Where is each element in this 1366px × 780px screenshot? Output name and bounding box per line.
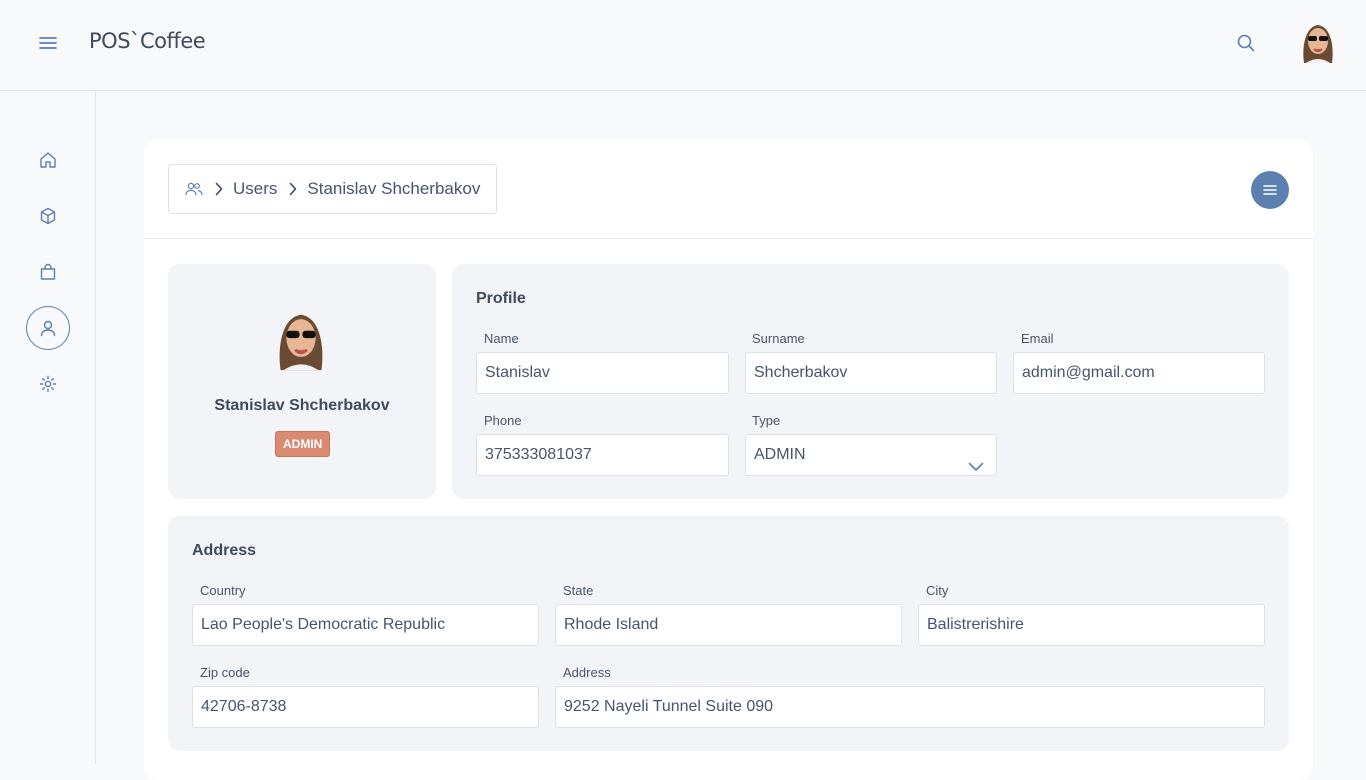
home-icon <box>40 152 56 168</box>
app-brand[interactable]: POS`Coffee <box>89 29 206 53</box>
top-bar: POS`Coffee <box>0 0 1366 91</box>
shopping-bag-icon <box>40 263 56 280</box>
city-label: City <box>926 583 949 598</box>
search-icon[interactable] <box>1233 30 1259 56</box>
card-header: Users Stanislav Shcherbakov <box>144 140 1313 239</box>
state-field[interactable]: Rhode Island <box>555 604 902 646</box>
type-select[interactable]: ADMIN <box>745 434 997 476</box>
address-field[interactable]: 9252 Nayeli Tunnel Suite 090 <box>555 686 1265 728</box>
zip-field[interactable]: 42706-8738 <box>192 686 539 728</box>
email-field[interactable]: admin@gmail.com <box>1013 352 1265 394</box>
state-label: State <box>563 583 594 598</box>
breadcrumb-users-link[interactable]: Users <box>233 179 277 199</box>
surname-label: Surname <box>752 331 805 346</box>
address-title: Address <box>192 542 257 559</box>
hamburger-icon <box>1263 185 1277 195</box>
actions-menu-button[interactable] <box>1251 171 1289 209</box>
country-field[interactable]: Lao People's Democratic Republic <box>192 604 539 646</box>
user-avatar[interactable] <box>1296 19 1340 67</box>
type-select-value: ADMIN <box>754 446 806 463</box>
name-field[interactable]: Stanislav <box>476 352 729 394</box>
zip-label: Zip code <box>200 665 250 680</box>
profile-name: Stanislav Shcherbakov <box>214 397 390 414</box>
box-icon <box>40 207 56 225</box>
sidebar-item-users[interactable] <box>26 306 70 350</box>
sidebar <box>0 91 96 764</box>
chevron-right-icon <box>289 182 297 196</box>
name-label: Name <box>484 331 519 346</box>
profile-summary <box>168 264 436 499</box>
hamburger-icon[interactable] <box>36 31 60 55</box>
breadcrumb: Users Stanislav Shcherbakov <box>168 164 497 214</box>
country-label: Country <box>200 583 246 598</box>
city-field[interactable]: Balistrerishire <box>918 604 1265 646</box>
gear-icon <box>39 375 57 393</box>
sidebar-item-home[interactable] <box>26 138 70 182</box>
profile-panel: Profile Name Stanislav Surname Shcherbak… <box>452 264 1289 499</box>
surname-field[interactable]: Shcherbakov <box>745 352 997 394</box>
breadcrumb-current: Stanislav Shcherbakov <box>307 179 481 198</box>
sidebar-item-products[interactable] <box>26 194 70 238</box>
role-badge: ADMIN <box>275 431 331 457</box>
users-icon[interactable] <box>185 180 203 198</box>
chevron-down-icon <box>968 448 984 488</box>
sidebar-item-settings[interactable] <box>26 362 70 406</box>
address-panel: Address Country Lao People's Democratic … <box>168 516 1289 751</box>
avatar <box>266 306 336 376</box>
sidebar-item-orders[interactable] <box>26 250 70 294</box>
chevron-right-icon <box>215 182 223 196</box>
phone-label: Phone <box>484 413 522 428</box>
address-label: Address <box>563 665 611 680</box>
email-label: Email <box>1021 331 1054 346</box>
type-label: Type <box>752 413 781 428</box>
user-detail-card: Users Stanislav Shcherbakov Stanislav Sh… <box>144 140 1313 780</box>
phone-field[interactable]: 375333081037 <box>476 434 729 476</box>
profile-title: Profile <box>476 290 526 307</box>
user-icon <box>40 320 56 337</box>
